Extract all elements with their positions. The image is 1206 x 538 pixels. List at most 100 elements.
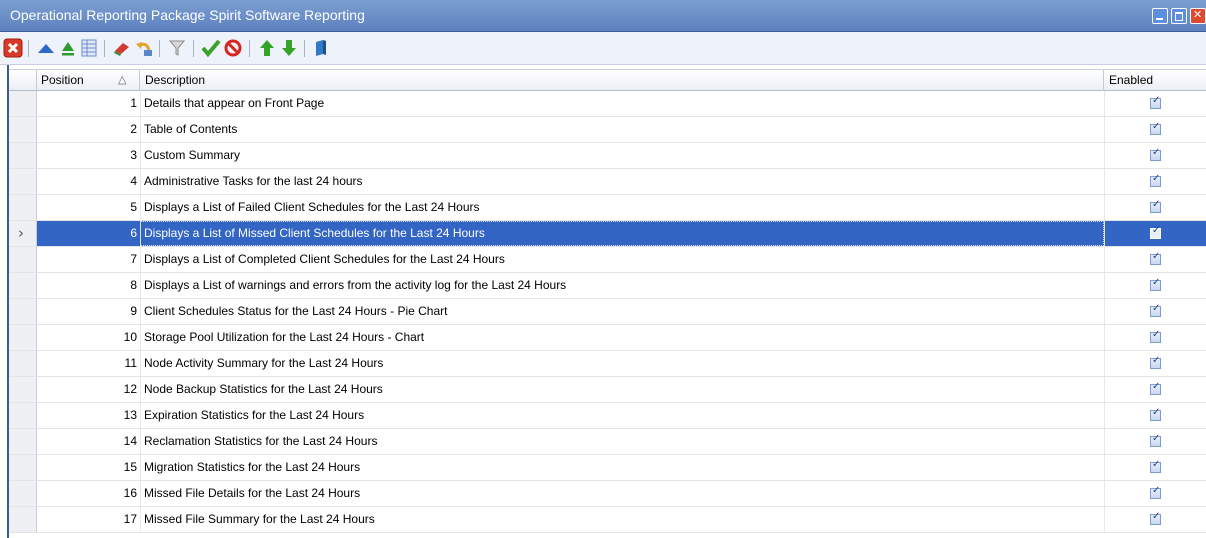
table-row[interactable]: 17 Missed File Summary for the Last 24 Ho…	[9, 507, 1206, 533]
check-icon[interactable]	[201, 38, 221, 58]
book-icon[interactable]	[311, 38, 331, 58]
table-row[interactable]: 15 Migration Statistics for the Last 24 H…	[9, 455, 1206, 481]
row-position: 12	[123, 382, 137, 396]
row-enabled-cell	[1104, 273, 1206, 298]
row-position: 14	[123, 434, 137, 448]
toolbar-separator	[304, 40, 305, 57]
grid-icon[interactable]	[79, 38, 99, 58]
row-indicator[interactable]	[9, 325, 37, 350]
arrow-up-icon[interactable]	[257, 38, 277, 58]
enabled-checkbox[interactable]	[1150, 121, 1161, 135]
table-row[interactable]: 5 Displays a List of Failed Client Schedu…	[9, 195, 1206, 221]
row-indicator[interactable]	[9, 143, 37, 168]
row-description: Table of Contents	[140, 117, 1104, 142]
table-row[interactable]: 16 Missed File Details for the Last 24 Ho…	[9, 481, 1206, 507]
row-indicator-header	[9, 70, 37, 91]
enabled-checkbox[interactable]	[1150, 459, 1161, 473]
row-description: Migration Statistics for the Last 24 Hou…	[140, 455, 1104, 480]
table-row[interactable]: 4 Administrative Tasks for the last 24 ho…	[9, 169, 1206, 195]
arrow-down-icon[interactable]	[279, 38, 299, 58]
row-indicator[interactable]	[9, 91, 37, 116]
row-enabled-cell	[1104, 91, 1206, 116]
row-indicator[interactable]	[9, 195, 37, 220]
enabled-checkbox[interactable]	[1150, 355, 1161, 369]
enabled-checkbox[interactable]	[1150, 511, 1161, 525]
row-enabled-cell	[1104, 221, 1206, 246]
maximize-button[interactable]	[1171, 8, 1187, 24]
table-row[interactable]: 9 Client Schedules Status for the Last 24…	[9, 299, 1206, 325]
move-up-icon[interactable]	[36, 38, 56, 58]
row-position: 2	[130, 122, 137, 136]
row-description: Expiration Statistics for the Last 24 Ho…	[140, 403, 1104, 428]
move-top-icon[interactable]	[58, 38, 78, 58]
row-description: Missed File Details for the Last 24 Hour…	[140, 481, 1104, 506]
row-indicator[interactable]	[9, 221, 37, 246]
table-row[interactable]: 1 Details that appear on Front Page	[9, 91, 1206, 117]
enabled-checkbox[interactable]	[1150, 251, 1161, 265]
filter-icon[interactable]	[167, 38, 187, 58]
row-position: 6	[130, 226, 137, 240]
minimize-button[interactable]	[1152, 8, 1168, 24]
row-indicator[interactable]	[9, 377, 37, 402]
row-description: Reclamation Statistics for the Last 24 H…	[140, 429, 1104, 454]
row-indicator[interactable]	[9, 351, 37, 376]
row-enabled-cell	[1104, 351, 1206, 376]
window-close-button[interactable]	[1190, 8, 1206, 24]
row-position: 3	[130, 148, 137, 162]
enabled-checkbox[interactable]	[1150, 433, 1161, 447]
enabled-checkbox[interactable]	[1150, 303, 1161, 317]
column-header-enabled[interactable]: Enabled	[1104, 70, 1206, 91]
table-row[interactable]: 10 Storage Pool Utilization for the Last …	[9, 325, 1206, 351]
table-row[interactable]: 6Displays a List of Missed Client Schedu…	[9, 221, 1206, 247]
title-bar: Operational Reporting Package Spirit Sof…	[0, 0, 1206, 32]
enabled-checkbox[interactable]	[1150, 329, 1161, 343]
enabled-checkbox[interactable]	[1150, 407, 1161, 421]
row-description: Storage Pool Utilization for the Last 24…	[140, 325, 1104, 350]
row-indicator[interactable]	[9, 117, 37, 142]
enabled-checkbox[interactable]	[1150, 173, 1161, 187]
table-row[interactable]: 7 Displays a List of Completed Client Sch…	[9, 247, 1206, 273]
row-indicator[interactable]	[9, 299, 37, 324]
row-description: Node Activity Summary for the Last 24 Ho…	[140, 351, 1104, 376]
table-row[interactable]: 12 Node Backup Statistics for the Last 24…	[9, 377, 1206, 403]
row-position: 16	[123, 486, 137, 500]
toolbar-separator	[159, 40, 160, 57]
row-description: Displays a List of Failed Client Schedul…	[140, 195, 1104, 220]
report-grid: Position △ Description Enabled 1 Details …	[7, 65, 1206, 538]
table-row[interactable]: 3 Custom Summary	[9, 143, 1206, 169]
enabled-checkbox[interactable]	[1150, 199, 1161, 213]
enabled-checkbox[interactable]	[1150, 485, 1161, 499]
enabled-checkbox[interactable]	[1150, 95, 1161, 109]
row-position: 17	[123, 512, 137, 526]
row-enabled-cell	[1104, 143, 1206, 168]
row-indicator[interactable]	[9, 429, 37, 454]
toolbar-separator	[104, 40, 105, 57]
row-indicator[interactable]	[9, 455, 37, 480]
enabled-checkbox[interactable]	[1150, 381, 1161, 395]
row-indicator[interactable]	[9, 169, 37, 194]
row-position: 15	[123, 460, 137, 474]
toolbar-separator	[28, 40, 29, 57]
row-indicator[interactable]	[9, 481, 37, 506]
close-icon[interactable]	[3, 38, 23, 58]
table-row[interactable]: 11 Node Activity Summary for the Last 24 …	[9, 351, 1206, 377]
column-header-position[interactable]: Position △	[37, 70, 140, 91]
table-row[interactable]: 2 Table of Contents	[9, 117, 1206, 143]
table-row[interactable]: 13 Expiration Statistics for the Last 24 …	[9, 403, 1206, 429]
table-row[interactable]: 14 Reclamation Statistics for the Last 24…	[9, 429, 1206, 455]
row-indicator[interactable]	[9, 507, 37, 532]
column-header-description[interactable]: Description	[140, 70, 1104, 91]
row-indicator[interactable]	[9, 247, 37, 272]
row-indicator[interactable]	[9, 403, 37, 428]
stop-icon[interactable]	[223, 38, 243, 58]
table-row[interactable]: 8 Displays a List of warnings and errors …	[9, 273, 1206, 299]
row-indicator[interactable]	[9, 273, 37, 298]
row-description: Displays a List of Missed Client Schedul…	[140, 221, 1104, 246]
eraser-icon[interactable]	[112, 38, 132, 58]
row-description: Displays a List of warnings and errors f…	[140, 273, 1104, 298]
enabled-checkbox[interactable]	[1150, 147, 1161, 161]
row-position: 7	[130, 252, 137, 266]
enabled-checkbox[interactable]	[1150, 225, 1161, 239]
enabled-checkbox[interactable]	[1150, 277, 1161, 291]
undo-icon[interactable]	[134, 38, 154, 58]
